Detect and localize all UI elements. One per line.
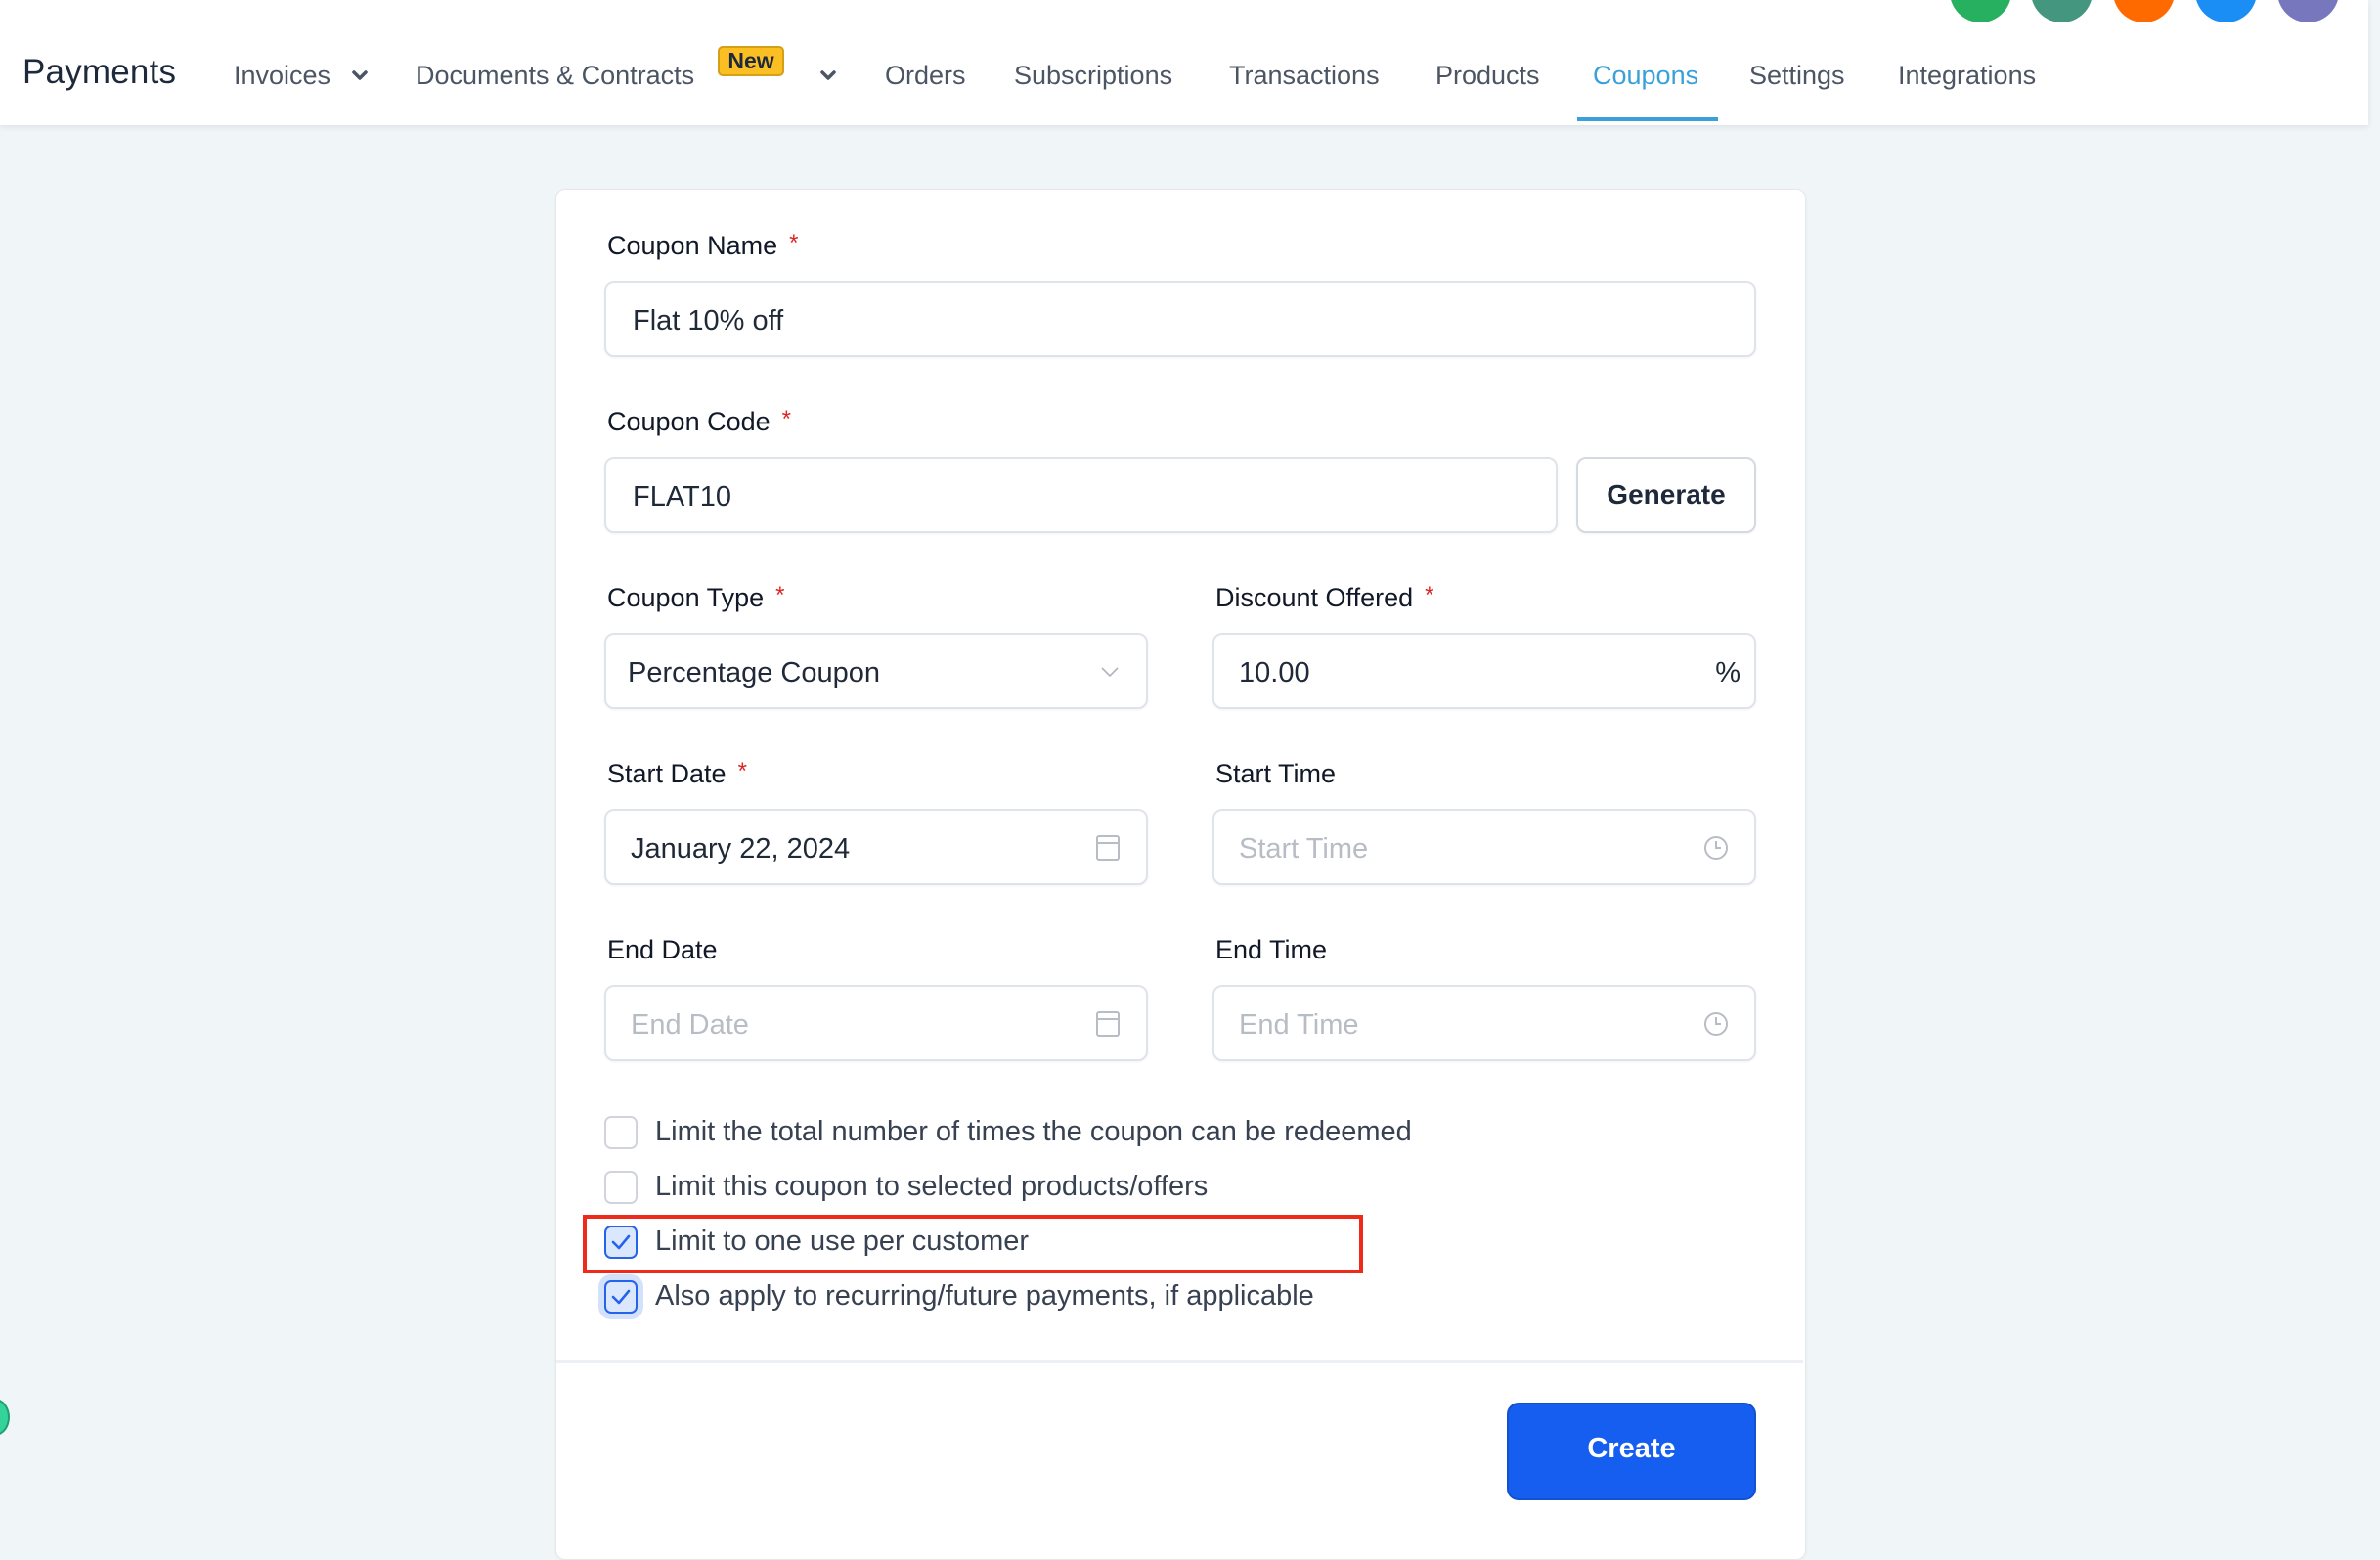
checkbox[interactable] [604, 1171, 638, 1204]
user-avatar[interactable] [2277, 0, 2339, 22]
chevron-down-icon[interactable] [817, 65, 839, 86]
app-title: Payments [22, 53, 177, 91]
coupon-type-value: Percentage Coupon [628, 657, 880, 689]
coupon-type-select[interactable]: Percentage Coupon [604, 633, 1148, 709]
end-date-input[interactable]: End Date [604, 985, 1148, 1061]
required-marker: * [781, 406, 791, 432]
floating-widget-icon[interactable] [0, 1399, 10, 1436]
coupon-code-value: FLAT10 [633, 481, 732, 513]
start-time-placeholder: Start Time [1239, 833, 1369, 865]
new-badge: New [718, 46, 784, 76]
coupon-name-label-text: Coupon Name [607, 231, 778, 260]
required-marker: * [737, 758, 747, 784]
generate-button[interactable]: Generate [1576, 457, 1756, 533]
clock-icon[interactable] [1703, 1010, 1729, 1038]
chevron-down-icon[interactable] [349, 65, 371, 86]
checkbox-checked[interactable] [604, 1280, 638, 1314]
checkbox-label: Limit the total number of times the coup… [655, 1116, 1412, 1147]
coupon-code-label: Coupon Code * [607, 406, 791, 437]
coupon-name-value: Flat 10% off [633, 305, 784, 336]
checkbox[interactable] [604, 1116, 638, 1149]
start-date-label-text: Start Date [607, 759, 727, 788]
card-divider [556, 1360, 1803, 1363]
start-time-input[interactable]: Start Time [1212, 809, 1756, 885]
end-time-label: End Time [1215, 935, 1328, 964]
end-time-input[interactable]: End Time [1212, 985, 1756, 1061]
end-time-placeholder: End Time [1239, 1009, 1359, 1041]
clock-icon[interactable] [1703, 834, 1729, 862]
tab-transactions[interactable]: Transactions [1229, 61, 1380, 91]
start-date-value: January 22, 2024 [631, 833, 851, 865]
phone-icon[interactable] [1950, 0, 2011, 22]
end-date-label: End Date [607, 935, 718, 964]
coupon-type-label: Coupon Type * [607, 582, 785, 613]
required-marker: * [775, 582, 785, 608]
discount-offered-input[interactable]: 10.00 % [1212, 633, 1756, 709]
checkbox-label: Also apply to recurring/future payments,… [655, 1280, 1314, 1312]
coupon-name-label: Coupon Name * [607, 230, 799, 261]
discount-value: 10.00 [1239, 657, 1310, 689]
coupon-type-label-text: Coupon Type [607, 583, 765, 612]
tab-documents-contracts[interactable]: Documents & Contracts [416, 61, 694, 91]
highlight-annotation [583, 1215, 1363, 1273]
coupon-name-input[interactable]: Flat 10% off [604, 281, 1756, 357]
top-header: Payments Invoices Documents & Contracts … [0, 0, 2368, 125]
required-marker: * [1425, 582, 1434, 608]
percent-suffix: % [1715, 657, 1741, 689]
help-icon[interactable] [2195, 0, 2257, 22]
calendar-icon[interactable] [1095, 834, 1121, 862]
start-date-label: Start Date * [607, 758, 747, 789]
tab-subscriptions[interactable]: Subscriptions [1014, 61, 1172, 91]
tab-coupons[interactable]: Coupons [1593, 61, 1698, 91]
tab-orders[interactable]: Orders [885, 61, 966, 91]
chevron-down-icon [1101, 667, 1119, 678]
bell-icon[interactable] [2113, 0, 2175, 22]
tab-products[interactable]: Products [1435, 61, 1540, 91]
create-button[interactable]: Create [1507, 1403, 1756, 1500]
coupon-code-label-text: Coupon Code [607, 407, 771, 436]
coupon-code-input[interactable]: FLAT10 [604, 457, 1558, 533]
check-icon [611, 1289, 631, 1305]
checkbox-label: Limit this coupon to selected products/o… [655, 1171, 1209, 1202]
tab-invoices[interactable]: Invoices [234, 61, 331, 91]
discount-offered-label: Discount Offered * [1215, 582, 1434, 613]
discount-offered-label-text: Discount Offered [1215, 583, 1414, 612]
tab-settings[interactable]: Settings [1749, 61, 1845, 91]
active-tab-indicator [1577, 117, 1718, 121]
megaphone-icon[interactable] [2031, 0, 2093, 22]
calendar-icon[interactable] [1095, 1010, 1121, 1038]
tab-integrations[interactable]: Integrations [1898, 61, 2036, 91]
end-date-placeholder: End Date [631, 1009, 749, 1041]
start-date-input[interactable]: January 22, 2024 [604, 809, 1148, 885]
start-time-label: Start Time [1215, 759, 1337, 788]
required-marker: * [789, 230, 799, 256]
